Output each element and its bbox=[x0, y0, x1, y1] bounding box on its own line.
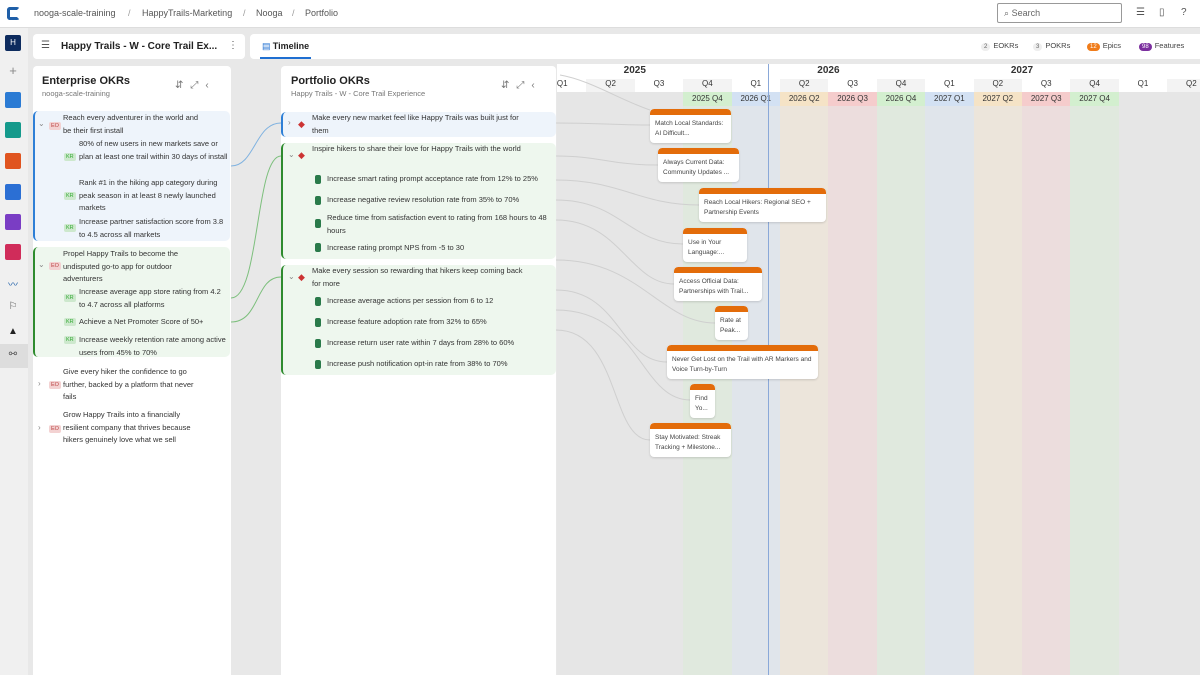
portfolio-objective-icon: ◆ bbox=[298, 272, 305, 282]
eo-badge: EO bbox=[49, 381, 61, 389]
objective-title[interactable]: Grow Happy Trails into a financially res… bbox=[63, 409, 208, 447]
key-result-icon bbox=[315, 339, 321, 348]
objective-title[interactable]: Inspire hikers to share their love for H… bbox=[312, 143, 527, 156]
eo-badge: EO bbox=[49, 122, 61, 130]
key-result[interactable]: Increase negative review resolution rate… bbox=[327, 194, 555, 207]
objective-title[interactable]: Reach every adventurer in the world and … bbox=[63, 112, 203, 137]
key-result-icon bbox=[315, 360, 321, 369]
objective-title[interactable]: Propel Happy Trails to become the undisp… bbox=[63, 248, 203, 286]
key-result[interactable]: Increase feature adoption rate from 32% … bbox=[327, 316, 555, 329]
panel-tools: ⇵⤢‹ bbox=[175, 80, 216, 91]
key-result-icon bbox=[315, 175, 321, 184]
key-result[interactable]: Increase partner satisfaction score from… bbox=[79, 216, 229, 241]
epic-card[interactable]: Stay Motivated: Streak Tracking + Milest… bbox=[650, 423, 731, 457]
enterprise-okrs-title: Enterprise OKRs bbox=[42, 75, 131, 87]
kr-badge: KR bbox=[64, 318, 76, 326]
objective-title[interactable]: Give every hiker the confidence to go fu… bbox=[63, 366, 203, 404]
key-result-icon bbox=[315, 318, 321, 327]
key-result[interactable]: Increase push notification opt-in rate f… bbox=[327, 358, 555, 371]
key-result[interactable]: Achieve a Net Promoter Score of 50+ bbox=[79, 316, 229, 329]
epic-card[interactable]: Always Current Data: Community Updates .… bbox=[658, 148, 739, 182]
chevron-down-icon[interactable]: ⌄ bbox=[288, 272, 295, 281]
chevron-right-icon[interactable]: › bbox=[38, 379, 41, 388]
sort-icon[interactable]: ⇵ bbox=[175, 80, 190, 91]
connector-line bbox=[230, 122, 282, 167]
collapse-icon[interactable]: ‹ bbox=[531, 80, 541, 91]
epic-card[interactable]: Never Get Lost on the Trail with AR Mark… bbox=[667, 345, 818, 379]
chevron-down-icon[interactable]: ⌄ bbox=[288, 150, 295, 159]
epic-card[interactable]: Rate at Peak... bbox=[715, 306, 748, 340]
portfolio-okrs-panel: Portfolio OKRs Happy Trails - W - Core T… bbox=[281, 66, 556, 675]
chevron-right-icon[interactable]: › bbox=[288, 118, 291, 127]
key-result[interactable]: Increase average actions per session fro… bbox=[327, 295, 555, 308]
kr-badge: KR bbox=[64, 224, 76, 232]
key-result-icon bbox=[315, 219, 321, 228]
epic-card[interactable]: Access Official Data: Partnerships with … bbox=[674, 267, 762, 301]
epic-card[interactable]: Match Local Standards: AI Difficult... bbox=[650, 109, 731, 143]
key-result[interactable]: Increase average app store rating from 4… bbox=[79, 286, 229, 311]
collapse-icon[interactable]: ‹ bbox=[205, 80, 215, 91]
key-result[interactable]: Increase return user rate within 7 days … bbox=[327, 337, 555, 350]
epic-card[interactable]: Reach Local Hikers: Regional SEO + Partn… bbox=[699, 188, 826, 222]
key-result[interactable]: Increase rating prompt NPS from -5 to 30 bbox=[327, 242, 555, 255]
portfolio-objective-icon: ◆ bbox=[298, 150, 305, 160]
key-result-icon bbox=[315, 243, 321, 252]
objective-title[interactable]: Make every new market feel like Happy Tr… bbox=[312, 112, 527, 137]
panel-tools: ⇵⤢‹ bbox=[501, 80, 542, 91]
chevron-right-icon[interactable]: › bbox=[38, 423, 41, 432]
key-result[interactable]: Reduce time from satisfaction event to r… bbox=[327, 212, 555, 237]
key-result[interactable]: Increase smart rating prompt acceptance … bbox=[327, 173, 555, 186]
epic-card[interactable]: Find Yo... bbox=[690, 384, 715, 418]
portfolio-objective-icon: ◆ bbox=[298, 119, 305, 129]
enterprise-okrs-panel: Enterprise OKRs nooga-scale-training ⇵⤢‹… bbox=[33, 66, 231, 675]
kr-badge: KR bbox=[64, 153, 76, 161]
expand-icon[interactable]: ⤢ bbox=[190, 80, 205, 91]
eo-badge: EO bbox=[49, 262, 61, 270]
sort-icon[interactable]: ⇵ bbox=[501, 80, 516, 91]
expand-icon[interactable]: ⤢ bbox=[516, 80, 531, 91]
kr-badge: KR bbox=[64, 336, 76, 344]
kr-badge: KR bbox=[64, 294, 76, 302]
portfolio-okrs-subtitle: Happy Trails - W - Core Trail Experience bbox=[291, 89, 426, 98]
objective-title[interactable]: Make every session so rewarding that hik… bbox=[312, 265, 527, 290]
epic-card[interactable]: Use in Your Language:... bbox=[683, 228, 747, 262]
kr-badge: KR bbox=[64, 192, 76, 200]
key-result-icon bbox=[315, 196, 321, 205]
key-result-icon bbox=[315, 297, 321, 306]
connector-line bbox=[230, 155, 282, 299]
chevron-down-icon[interactable]: ⌄ bbox=[38, 260, 45, 269]
key-result[interactable]: Increase weekly retention rate among act… bbox=[79, 334, 229, 359]
connector-line bbox=[230, 276, 282, 323]
key-result[interactable]: 80% of new users in new markets save or … bbox=[79, 138, 229, 163]
enterprise-okrs-subtitle: nooga-scale-training bbox=[42, 89, 110, 98]
chevron-down-icon[interactable]: ⌄ bbox=[38, 119, 45, 128]
eo-badge: EO bbox=[49, 425, 61, 433]
key-result[interactable]: Rank #1 in the hiking app category durin… bbox=[79, 177, 229, 215]
portfolio-okrs-title: Portfolio OKRs bbox=[291, 75, 370, 87]
